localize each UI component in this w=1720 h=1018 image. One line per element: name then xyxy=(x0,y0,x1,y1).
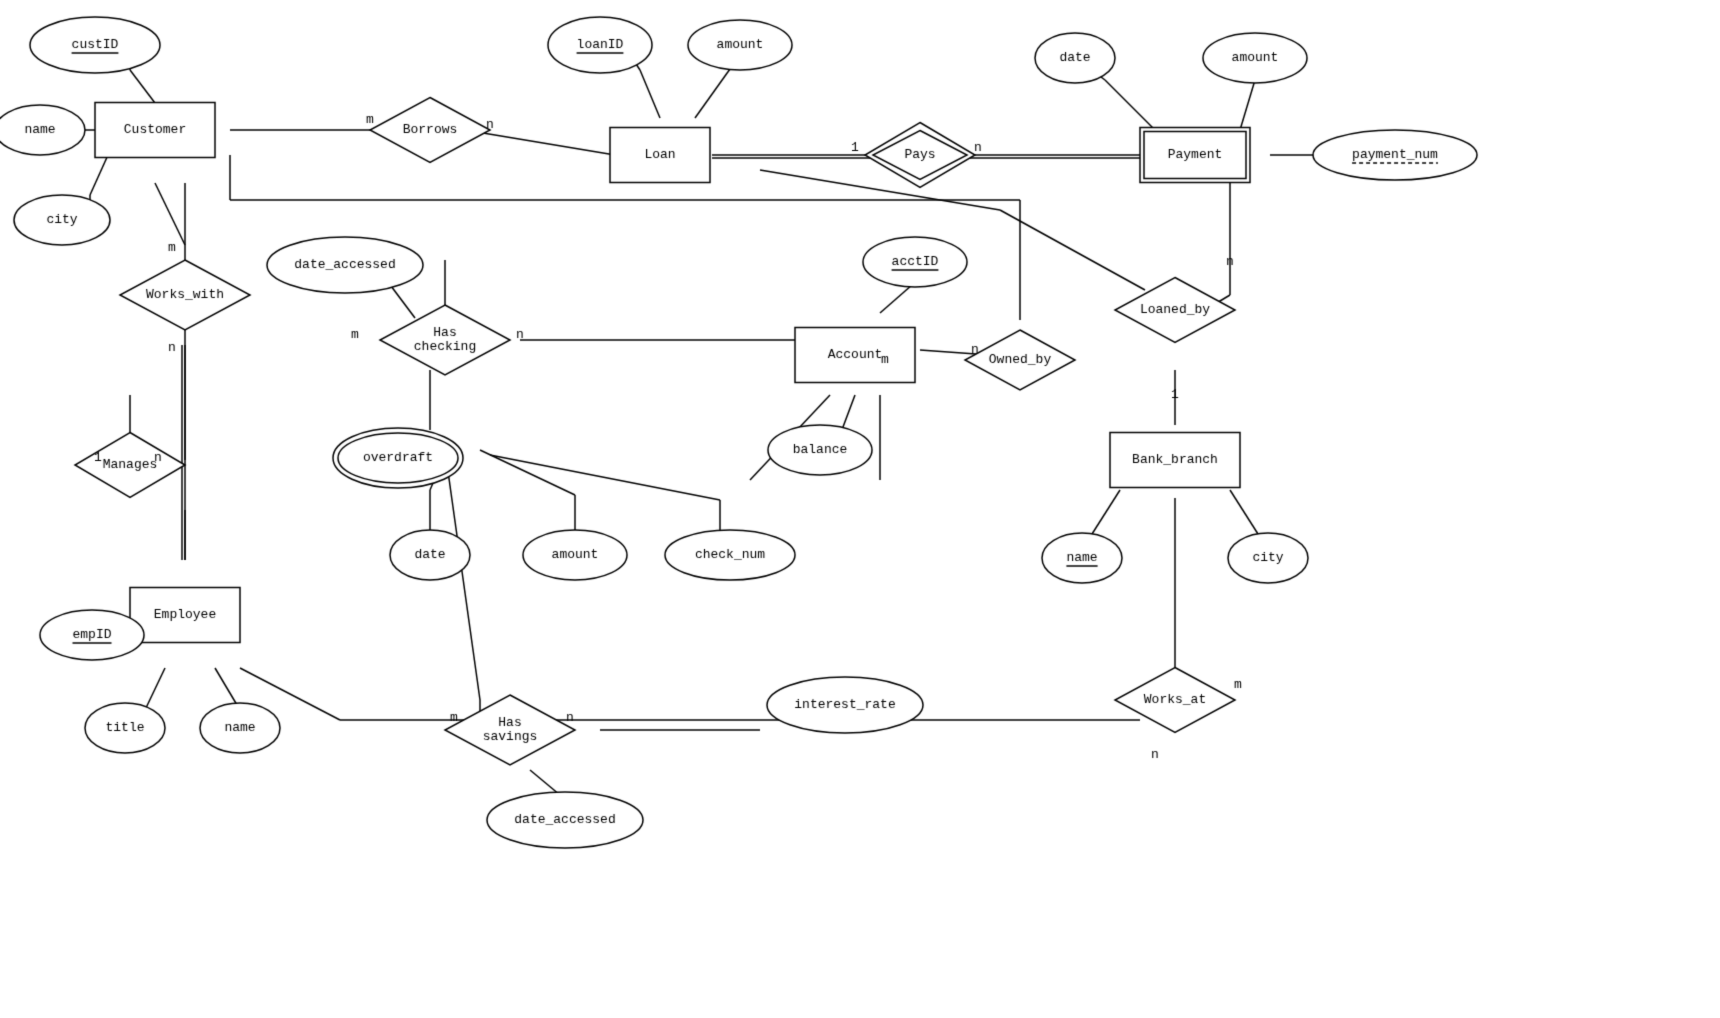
er-diagram-canvas xyxy=(0,0,1720,1018)
